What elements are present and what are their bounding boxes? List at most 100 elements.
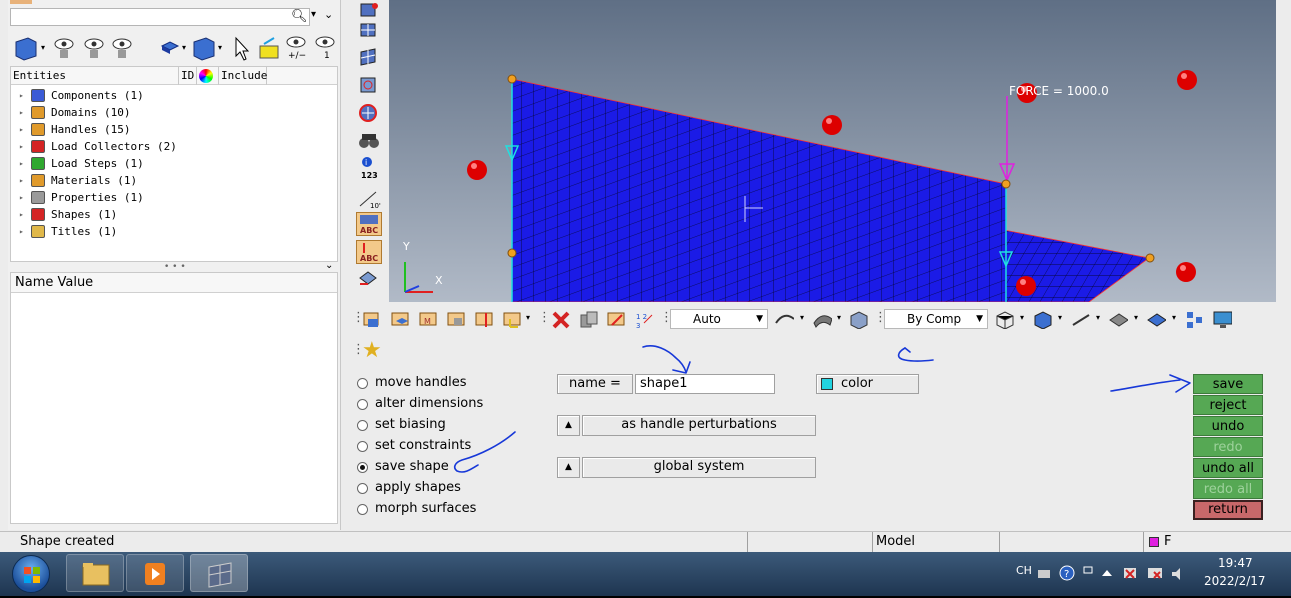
view-icon-2[interactable] <box>356 20 382 44</box>
renumber-icon[interactable]: 1 23 <box>634 309 654 329</box>
save-button[interactable]: save <box>1193 374 1263 394</box>
chevron-down-icon[interactable]: ▾ <box>837 313 841 322</box>
component-view-icon[interactable] <box>15 37 37 61</box>
view-icon-6[interactable] <box>356 268 382 292</box>
binoculars-icon[interactable] <box>356 130 382 154</box>
show-hidden-icons[interactable] <box>1102 570 1112 576</box>
radio-label[interactable]: alter dimensions <box>375 395 483 413</box>
abc-icon-2[interactable]: ABC <box>356 240 382 264</box>
assembly-icon[interactable] <box>390 309 410 329</box>
material-collector-icon[interactable]: M <box>418 309 438 329</box>
tree-item[interactable]: ▸ Load Steps (1) <box>19 155 144 172</box>
expand-arrow-icon[interactable]: ▸ <box>19 206 29 223</box>
isolate-eye-icon[interactable] <box>112 38 132 58</box>
perturbation-toggle[interactable]: ▲ <box>557 415 580 436</box>
system-toggle[interactable]: ▲ <box>557 457 580 478</box>
include-column-header[interactable]: Include <box>219 67 267 85</box>
color-column-header[interactable] <box>197 67 219 85</box>
return-button[interactable]: return <box>1193 500 1263 520</box>
radio-button[interactable] <box>357 504 368 515</box>
solid-box-icon[interactable] <box>848 309 868 329</box>
view-icon-3[interactable] <box>356 46 382 70</box>
radio-button[interactable] <box>357 462 368 473</box>
view-icon-4[interactable] <box>356 74 382 98</box>
delete-icon[interactable] <box>550 309 570 329</box>
perturbation-mode-button[interactable]: as handle perturbations <box>582 415 816 436</box>
cursor-icon[interactable] <box>235 36 250 61</box>
shape-name-input[interactable]: shape1 <box>635 374 775 394</box>
taskbar-media-player[interactable] <box>126 554 184 592</box>
component-collector-icon[interactable] <box>362 309 382 329</box>
chevron-down-icon[interactable]: ▾ <box>1172 313 1176 322</box>
system-collector-icon[interactable] <box>502 309 522 329</box>
tree-item[interactable]: ▸ Load Collectors (2) <box>19 138 177 155</box>
expand-arrow-icon[interactable]: ▸ <box>19 223 29 240</box>
clock-time[interactable]: 19:47 <box>1218 556 1253 570</box>
help-icon[interactable]: ? <box>1059 565 1075 581</box>
expand-arrow-icon[interactable]: ▸ <box>19 189 29 206</box>
expand-arrow-icon[interactable]: ▸ <box>19 155 29 172</box>
undo-button[interactable]: undo <box>1193 416 1263 436</box>
splitter-handle[interactable]: • • • <box>164 262 186 272</box>
component-indicator[interactable]: F <box>1143 532 1283 552</box>
solid-cube-icon[interactable] <box>160 41 180 54</box>
star-icon[interactable]: ★ <box>362 338 382 363</box>
find-attached-icon[interactable] <box>259 37 279 59</box>
tree-item[interactable]: ▸ Materials (1) <box>19 172 137 189</box>
expand-arrow-icon[interactable]: ▸ <box>19 121 29 138</box>
browser-search-input[interactable] <box>10 8 310 26</box>
radio-label[interactable]: set constraints <box>375 437 471 455</box>
tree-item[interactable]: ▸ Shapes (1) <box>19 206 117 223</box>
radio-button[interactable] <box>357 399 368 410</box>
color-button[interactable]: color <box>816 374 919 394</box>
radio-label[interactable]: set biasing <box>375 416 446 434</box>
tree-item[interactable]: ▸ Properties (1) <box>19 189 144 206</box>
undo-all-button[interactable]: undo all <box>1193 458 1263 478</box>
connector-icon[interactable] <box>1184 309 1204 329</box>
tree-item[interactable]: ▸ Domains (10) <box>19 104 130 121</box>
expand-arrow-icon[interactable]: ▸ <box>19 172 29 189</box>
radio-button[interactable] <box>357 483 368 494</box>
action-center-icon[interactable] <box>1124 568 1136 579</box>
chevron-down-icon[interactable]: ▾ <box>526 313 530 322</box>
tree-item[interactable]: ▸ Titles (1) <box>19 223 117 240</box>
chevron-down-icon[interactable]: ▾ <box>1058 313 1062 322</box>
show-plus-minus-icon[interactable]: +/− <box>286 36 306 61</box>
monitor-icon[interactable] <box>1212 309 1232 329</box>
radio-label[interactable]: morph surfaces <box>375 500 476 518</box>
organize-icon[interactable] <box>578 309 598 329</box>
view-icon-5[interactable] <box>356 102 382 126</box>
entities-column-header[interactable]: Entities <box>11 67 179 85</box>
radio-label[interactable]: save shape <box>375 458 449 476</box>
hide-eye-icon[interactable] <box>84 38 104 58</box>
show-eye-icon[interactable] <box>54 38 74 58</box>
network-error-icon[interactable] <box>1150 568 1162 579</box>
surface-display-icon[interactable] <box>1108 309 1128 329</box>
plate-mesh[interactable] <box>511 78 1007 303</box>
tree-item[interactable]: ▸ Handles (15) <box>19 121 130 138</box>
chevron-down-icon[interactable]: ▾ <box>1134 313 1138 322</box>
abc-icon-1[interactable]: ABC <box>356 212 382 236</box>
radio-label[interactable]: move handles <box>375 374 467 392</box>
tree-item[interactable]: ▸ Components (1) <box>19 87 144 104</box>
redo-button[interactable]: redo <box>1193 437 1263 457</box>
surface-solid-icon[interactable] <box>812 309 832 329</box>
tray-window-icon[interactable] <box>1083 566 1093 574</box>
radio-button[interactable] <box>357 441 368 452</box>
radio-label[interactable]: apply shapes <box>375 479 461 497</box>
shaded-cube-icon[interactable] <box>1032 309 1052 329</box>
radio-button[interactable] <box>357 420 368 431</box>
volume-icon[interactable] <box>1172 568 1180 580</box>
reject-button[interactable]: reject <box>1193 395 1263 415</box>
taskbar-explorer[interactable] <box>66 554 124 592</box>
collapse-icon[interactable]: ⌄ <box>325 260 333 271</box>
expand-icon[interactable]: ⌄ <box>324 8 333 21</box>
element-display-icon[interactable] <box>1146 309 1166 329</box>
auto-dropdown[interactable]: Auto ▼ <box>670 309 768 329</box>
chevron-down-icon[interactable]: ▾ <box>800 313 804 322</box>
language-indicator[interactable]: CH <box>1016 564 1032 577</box>
keyboard-icon[interactable] <box>1038 570 1050 578</box>
name-button[interactable]: name = <box>557 374 633 394</box>
bycomp-dropdown[interactable]: By Comp ▼ <box>884 309 988 329</box>
surface-shape-icon[interactable] <box>774 309 794 329</box>
